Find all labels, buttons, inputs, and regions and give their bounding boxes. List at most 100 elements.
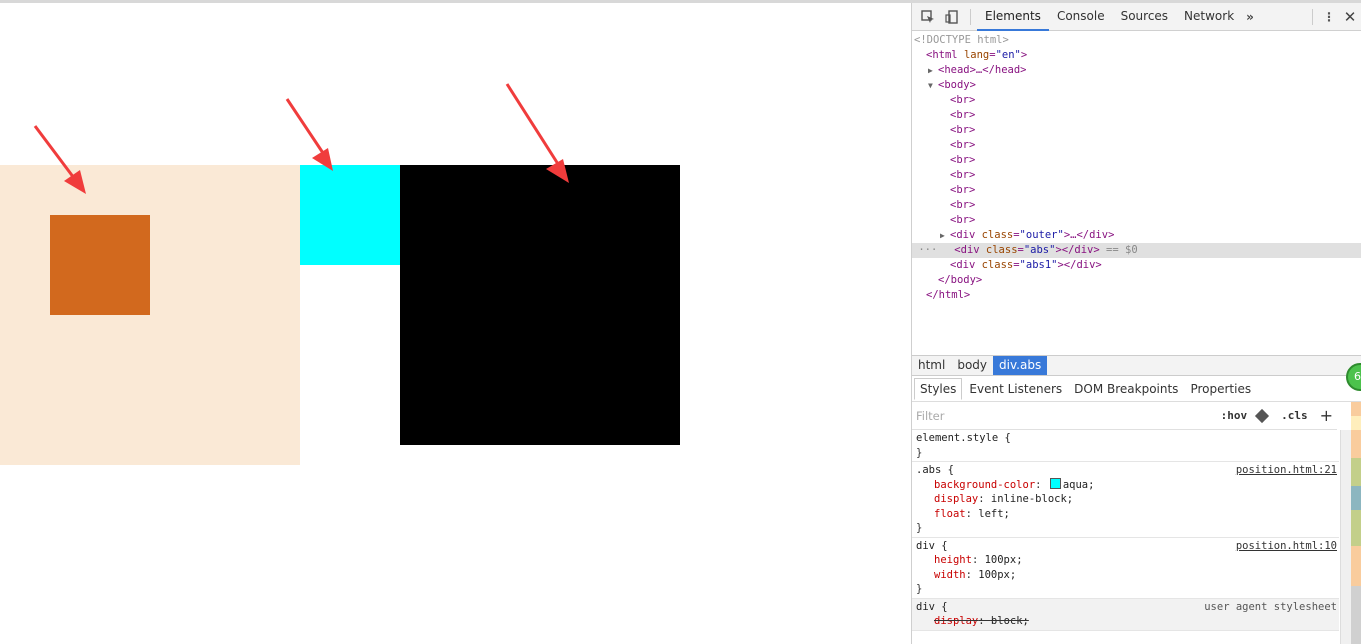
dom-node-body-close[interactable]: </body> xyxy=(912,273,1361,288)
declaration-display[interactable]: display: inline-block; xyxy=(916,492,1339,507)
dom-node-head[interactable]: ▶ <head>…</head> xyxy=(912,63,1361,78)
rule-selector: element.style { xyxy=(916,432,1011,444)
declaration-height[interactable]: height: 100px; xyxy=(916,553,1339,568)
br-text: <br> xyxy=(950,169,976,181)
node-actions-icon[interactable]: ··· xyxy=(912,244,937,256)
device-toolbar-icon[interactable] xyxy=(944,9,960,25)
property-value: left; xyxy=(978,507,1010,520)
devtools-toolbar: Elements Console Sources Network » ⋮ ✕ xyxy=(912,3,1361,31)
rule-source-link[interactable]: position.html:21 xyxy=(1236,463,1337,478)
dom-node-br[interactable]: <br> xyxy=(912,168,1361,183)
hover-state-toggle[interactable]: :hov xyxy=(1221,409,1248,422)
br-text: <br> xyxy=(950,199,976,211)
class-toggle[interactable]: .cls xyxy=(1281,409,1308,422)
body-open-text: <body> xyxy=(938,79,976,91)
property-value: inline-block; xyxy=(990,493,1074,505)
abs-class-attr: class xyxy=(985,244,1018,256)
styles-subtabs: Styles Event Listeners DOM Breakpoints P… xyxy=(912,376,1361,402)
property-value: 100px; xyxy=(978,568,1017,581)
rule-close-brace: } xyxy=(916,583,923,595)
br-text: <br> xyxy=(950,154,976,166)
dom-node-br[interactable]: <br> xyxy=(912,123,1361,138)
tab-styles[interactable]: Styles xyxy=(914,377,963,400)
breadcrumb-div-abs[interactable]: div.abs xyxy=(993,356,1048,375)
breadcrumb-html[interactable]: html xyxy=(912,356,951,375)
styles-rules-pane: element.style { } .abs { position.html:2… xyxy=(912,430,1339,631)
dom-node-html[interactable]: <html lang="en"> xyxy=(912,48,1361,63)
head-node-text: <head>…</head> xyxy=(938,64,1027,76)
dom-node-body[interactable]: ▼ <body> xyxy=(912,78,1361,93)
br-text: <br> xyxy=(950,184,976,196)
collapse-triangle-icon[interactable]: ▼ xyxy=(912,78,938,93)
declaration-width[interactable]: width: 100px; xyxy=(916,568,1339,583)
tab-network[interactable]: Network xyxy=(1176,3,1242,30)
toolbar-divider xyxy=(1312,8,1313,25)
rule-user-agent-div[interactable]: div { user agent stylesheet display: blo… xyxy=(912,598,1339,631)
dom-node-br[interactable]: <br> xyxy=(912,153,1361,168)
devtools-panel: Elements Console Sources Network » ⋮ ✕ <… xyxy=(911,3,1361,644)
dom-node-br[interactable]: <br> xyxy=(912,213,1361,228)
inspect-element-icon[interactable] xyxy=(920,9,936,25)
tab-elements[interactable]: Elements xyxy=(977,3,1049,31)
property-name: width xyxy=(934,568,966,581)
arrow-3 xyxy=(505,83,569,183)
dom-node-doctype[interactable]: <!DOCTYPE html> xyxy=(912,33,1361,48)
rule-source-link[interactable]: position.html:10 xyxy=(1236,539,1337,554)
tab-sources[interactable]: Sources xyxy=(1113,3,1176,30)
close-devtools-button[interactable]: ✕ xyxy=(1339,8,1361,26)
dom-node-div-abs1[interactable]: <div class="abs1"></div> xyxy=(912,258,1361,273)
expand-triangle-icon[interactable]: ▶ xyxy=(912,228,950,243)
body-close-text: </body> xyxy=(938,274,983,286)
breadcrumb: html body div.abs xyxy=(912,355,1361,376)
dom-node-br[interactable]: <br> xyxy=(912,183,1361,198)
declaration-display-overridden[interactable]: display: block; xyxy=(916,614,1339,629)
rule-div[interactable]: div { position.html:10 height: 100px; wi… xyxy=(912,538,1339,599)
expand-triangle-icon[interactable]: ▶ xyxy=(912,63,938,78)
dom-tree: <!DOCTYPE html> <html lang="en"> ▶ <head>… xyxy=(912,31,1361,354)
html-lang-value: "en" xyxy=(995,49,1021,61)
rule-abs[interactable]: .abs { position.html:21 background-color… xyxy=(912,462,1339,538)
styles-scrollbar[interactable] xyxy=(1340,430,1351,644)
color-swatch-icon[interactable] xyxy=(1049,477,1061,489)
dom-node-div-outer[interactable]: ▶ <div class="outer">…</div> xyxy=(912,228,1361,243)
computed-box-strip xyxy=(1351,402,1361,644)
page-viewport xyxy=(0,3,911,644)
tab-event-listeners[interactable]: Event Listeners xyxy=(964,379,1067,399)
property-name: height xyxy=(934,554,972,566)
abs1-class-attr: class xyxy=(981,259,1014,271)
toolbar-divider xyxy=(970,8,971,25)
br-text: <br> xyxy=(950,124,976,136)
tab-console[interactable]: Console xyxy=(1049,3,1113,30)
outer-class-attr: class xyxy=(981,229,1014,241)
rule-element-style[interactable]: element.style { } xyxy=(912,430,1339,462)
html-lang-attr: lang xyxy=(963,49,990,61)
tab-properties[interactable]: Properties xyxy=(1185,379,1256,399)
dom-node-div-abs[interactable]: ··· <div class="abs"></div> == $0 xyxy=(912,243,1361,258)
dom-node-br[interactable]: <br> xyxy=(912,93,1361,108)
outer-class-value: "outer" xyxy=(1019,229,1064,241)
abs1-class-value: "abs1" xyxy=(1019,259,1058,271)
property-name: background-color xyxy=(934,478,1036,491)
more-tabs-button[interactable]: » xyxy=(1242,10,1258,24)
new-style-rule-button[interactable]: + xyxy=(1320,406,1333,425)
declaration-background-color[interactable]: background-color: aqua; xyxy=(916,477,1339,493)
customize-menu-icon[interactable]: ⋮ xyxy=(1319,10,1339,24)
property-value: aqua; xyxy=(1062,478,1095,491)
rule-close-brace: } xyxy=(916,446,923,459)
dom-node-br[interactable]: <br> xyxy=(912,198,1361,213)
rule-source-label: user agent stylesheet xyxy=(1204,600,1337,613)
tab-dom-breakpoints[interactable]: DOM Breakpoints xyxy=(1069,379,1183,399)
filter-input[interactable]: Filter xyxy=(916,409,1221,423)
selected-marker: == $0 xyxy=(1099,244,1138,256)
dom-node-html-close[interactable]: </html> xyxy=(912,288,1361,303)
br-text: <br> xyxy=(950,94,976,106)
dom-node-br[interactable]: <br> xyxy=(912,138,1361,153)
toggle-rendering-icon[interactable] xyxy=(1255,408,1270,423)
declaration-float[interactable]: float: left; xyxy=(916,507,1339,522)
doctype-text: <!DOCTYPE html> xyxy=(914,34,1009,46)
br-text: <br> xyxy=(950,139,976,151)
br-text: <br> xyxy=(950,109,976,121)
dom-node-br[interactable]: <br> xyxy=(912,108,1361,123)
arrow-1 xyxy=(33,125,86,194)
breadcrumb-body[interactable]: body xyxy=(951,356,993,375)
